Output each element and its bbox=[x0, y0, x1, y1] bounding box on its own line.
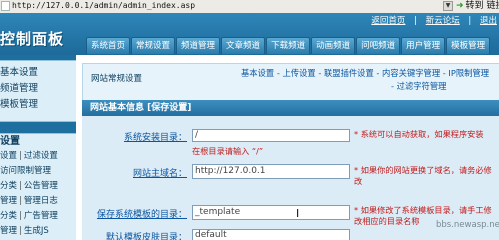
sidebar-link[interactable]: 公告管理 bbox=[24, 181, 58, 191]
field-label: 保存系统模板的目录： bbox=[96, 210, 187, 220]
field-label: 网站主域名： bbox=[132, 169, 187, 179]
sidebar-link-row: 设置 | 过滤设置 bbox=[0, 149, 76, 164]
panel-title: 网站基本信息 [保存设置] bbox=[82, 100, 499, 116]
green-arrow-icon: ➜ bbox=[456, 1, 464, 11]
field-hint-secondary: 在根目录请输入 “/” bbox=[192, 146, 264, 156]
sidebar-link[interactable]: 分类 bbox=[0, 181, 17, 191]
top-link-home[interactable]: 返回首页 bbox=[371, 16, 405, 26]
separator: | bbox=[414, 16, 417, 26]
nav-tab[interactable]: 问吧频道 bbox=[356, 37, 401, 54]
sidebar-link[interactable]: 分类 bbox=[0, 211, 17, 221]
sidebar-link-row: 访问限制管理 bbox=[0, 164, 76, 179]
nav-tab[interactable]: 用户管理 bbox=[401, 37, 446, 54]
chevron-down-icon[interactable]: ▼ bbox=[443, 1, 453, 11]
separator: | bbox=[19, 196, 22, 206]
sidebar-link[interactable]: 管理 bbox=[0, 226, 17, 236]
sidebar-link[interactable]: 广告管理 bbox=[24, 211, 58, 221]
subnav-link[interactable]: 上传设置 bbox=[282, 68, 315, 78]
field-hint: * 系统可以自动获取，如果程序安装 bbox=[354, 129, 484, 139]
sidebar-link-row: 分类 | 广告管理 bbox=[0, 209, 76, 224]
sidebar-item[interactable]: 模板管理 bbox=[0, 97, 76, 113]
nav-tab[interactable]: 文章频道 bbox=[221, 37, 266, 54]
sidebar-item[interactable]: 基本设置 bbox=[0, 65, 76, 81]
logo: 控制面板 bbox=[0, 30, 65, 48]
go-button[interactable]: ➜转到 链接 bbox=[456, 0, 499, 12]
go-label: 转到 bbox=[465, 1, 484, 11]
sidebar-link[interactable]: 生成JS bbox=[24, 226, 49, 236]
field-label: 系统安装目录： bbox=[123, 133, 187, 143]
section-title: 网站常规设置 bbox=[91, 74, 143, 84]
nav-tab[interactable]: 系统首页 bbox=[86, 37, 131, 54]
sidebar-menu-main: 基本设置 频道管理 模板管理 bbox=[0, 60, 76, 122]
sidebar-link[interactable]: 管理 bbox=[0, 196, 17, 206]
top-link-logout[interactable]: 退出 bbox=[480, 16, 497, 26]
text-cursor-icon: I bbox=[296, 207, 300, 220]
install-dir-input[interactable]: / bbox=[192, 129, 350, 142]
sidebar-link-row: 分类 | 公告管理 bbox=[0, 179, 76, 194]
admin-header: 控制面板 返回首页 | 新云论坛 | 退出 系统首页 常规设置 频道管理 文章频道 下载… bbox=[0, 13, 499, 55]
field-hint: * 如果你的网站更换了域名，请务必修改 bbox=[354, 165, 492, 186]
skin-dir-input[interactable]: default bbox=[192, 229, 350, 240]
subnav-link[interactable]: IP限制管理 bbox=[448, 68, 489, 78]
page-icon bbox=[1, 1, 10, 11]
nav-tab[interactable]: 常规设置 bbox=[131, 37, 176, 54]
separator: | bbox=[19, 151, 22, 161]
subnav-link[interactable]: 联盟插件设置 bbox=[324, 68, 374, 78]
separator: | bbox=[19, 211, 22, 221]
subnav-links: 基本设置 - 上传设置 - 联盟插件设置 - 内容关键字管理 - IP限制管理 … bbox=[241, 68, 490, 91]
subnav-link[interactable]: 内容关键字管理 bbox=[382, 68, 440, 78]
nav-tab[interactable]: 动画频道 bbox=[311, 37, 356, 54]
top-link-forum[interactable]: 新云论坛 bbox=[426, 16, 460, 26]
sidebar-link-row: 管理 | 生成JS bbox=[0, 224, 76, 239]
nav-tab[interactable]: 频道管理 bbox=[176, 37, 221, 54]
settings-subnav: 网站常规设置 基本设置 - 上传设置 - 联盟插件设置 - 内容关键字管理 - … bbox=[82, 63, 499, 105]
sidebar-link[interactable]: 过滤设置 bbox=[24, 151, 58, 161]
field-label: 默认模板皮肤目录： bbox=[105, 233, 187, 240]
nav-tab[interactable]: 模板管理 bbox=[446, 37, 491, 54]
separator: | bbox=[19, 181, 22, 191]
separator: | bbox=[468, 16, 472, 26]
subnav-link-wrap: - 过滤字符管理 bbox=[391, 81, 447, 91]
sidebar-link-row: 管理 | 管理日志 bbox=[0, 194, 76, 209]
main-content: 网站常规设置 基本设置 - 上传设置 - 联盟插件设置 - 内容关键字管理 - … bbox=[76, 55, 499, 240]
subnav-link[interactable]: 基本设置 bbox=[241, 68, 274, 78]
sidebar-link[interactable]: 设置 bbox=[0, 151, 17, 161]
sidebar-menu-settings: 设置 设置 | 过滤设置 访问限制管理 分类 | 公告管理 管理 | 管理日志 分类 | 广告管… bbox=[0, 133, 76, 240]
sidebar-item[interactable]: 频道管理 bbox=[0, 81, 76, 97]
sidebar-section-title: 设置 bbox=[0, 136, 20, 147]
watermark: bbs.newasp.net bbox=[436, 220, 499, 230]
domain-input[interactable]: http://127.0.0.1 bbox=[192, 164, 350, 179]
template-dir-input[interactable]: _template bbox=[192, 205, 350, 220]
sidebar-link[interactable]: 访问限制管理 bbox=[0, 166, 51, 176]
sidebar: 基本设置 频道管理 模板管理 设置 设置 | 过滤设置 访问限制管理 分类 | 公告管理… bbox=[0, 55, 76, 240]
address-bar: http://127.0.0.1/admin/admin_index.asp ▼… bbox=[0, 0, 499, 14]
sidebar-link[interactable]: 管理日志 bbox=[24, 196, 58, 206]
links-label[interactable]: 链接 bbox=[486, 1, 499, 11]
top-links: 返回首页 | 新云论坛 | 退出 bbox=[365, 14, 497, 26]
url-field[interactable]: http://127.0.0.1/admin/admin_index.asp bbox=[12, 0, 452, 12]
separator: | bbox=[19, 226, 22, 236]
subnav-link[interactable]: 过滤字符管理 bbox=[397, 81, 447, 91]
main-nav: 系统首页 常规设置 频道管理 文章频道 下载频道 动画频道 问吧频道 用户管理 模板管理 bbox=[86, 37, 491, 55]
nav-tab[interactable]: 下载频道 bbox=[266, 37, 311, 54]
